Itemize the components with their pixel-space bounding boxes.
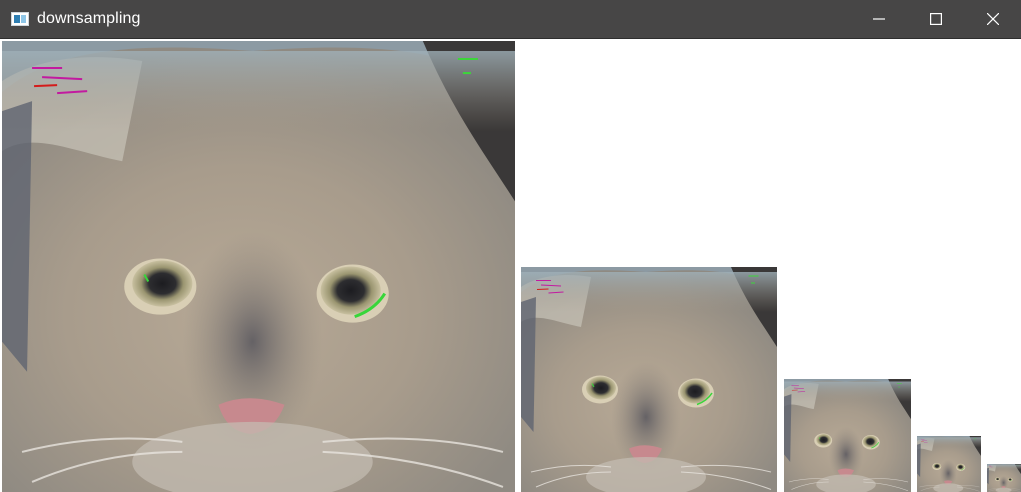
window-title: downsampling: [37, 10, 141, 27]
title-bar[interactable]: downsampling: [0, 0, 1021, 39]
minimize-button[interactable]: [850, 0, 907, 39]
app-icon: [11, 12, 29, 26]
pyramid-image-level-3: [917, 436, 981, 492]
image-canvas: [0, 39, 1021, 492]
pyramid-image-level-0: [2, 41, 515, 492]
pyramid-image-level-4: [987, 464, 1021, 492]
opencv-window: downsampling: [0, 0, 1021, 492]
minimize-icon: [872, 18, 885, 20]
close-icon: [986, 13, 999, 25]
pyramid-image-level-1: [521, 267, 777, 492]
pyramid-image-level-2: [784, 379, 911, 492]
maximize-icon: [929, 13, 942, 25]
close-button[interactable]: [964, 0, 1021, 39]
maximize-button[interactable]: [907, 0, 964, 39]
window-controls: [850, 0, 1021, 39]
